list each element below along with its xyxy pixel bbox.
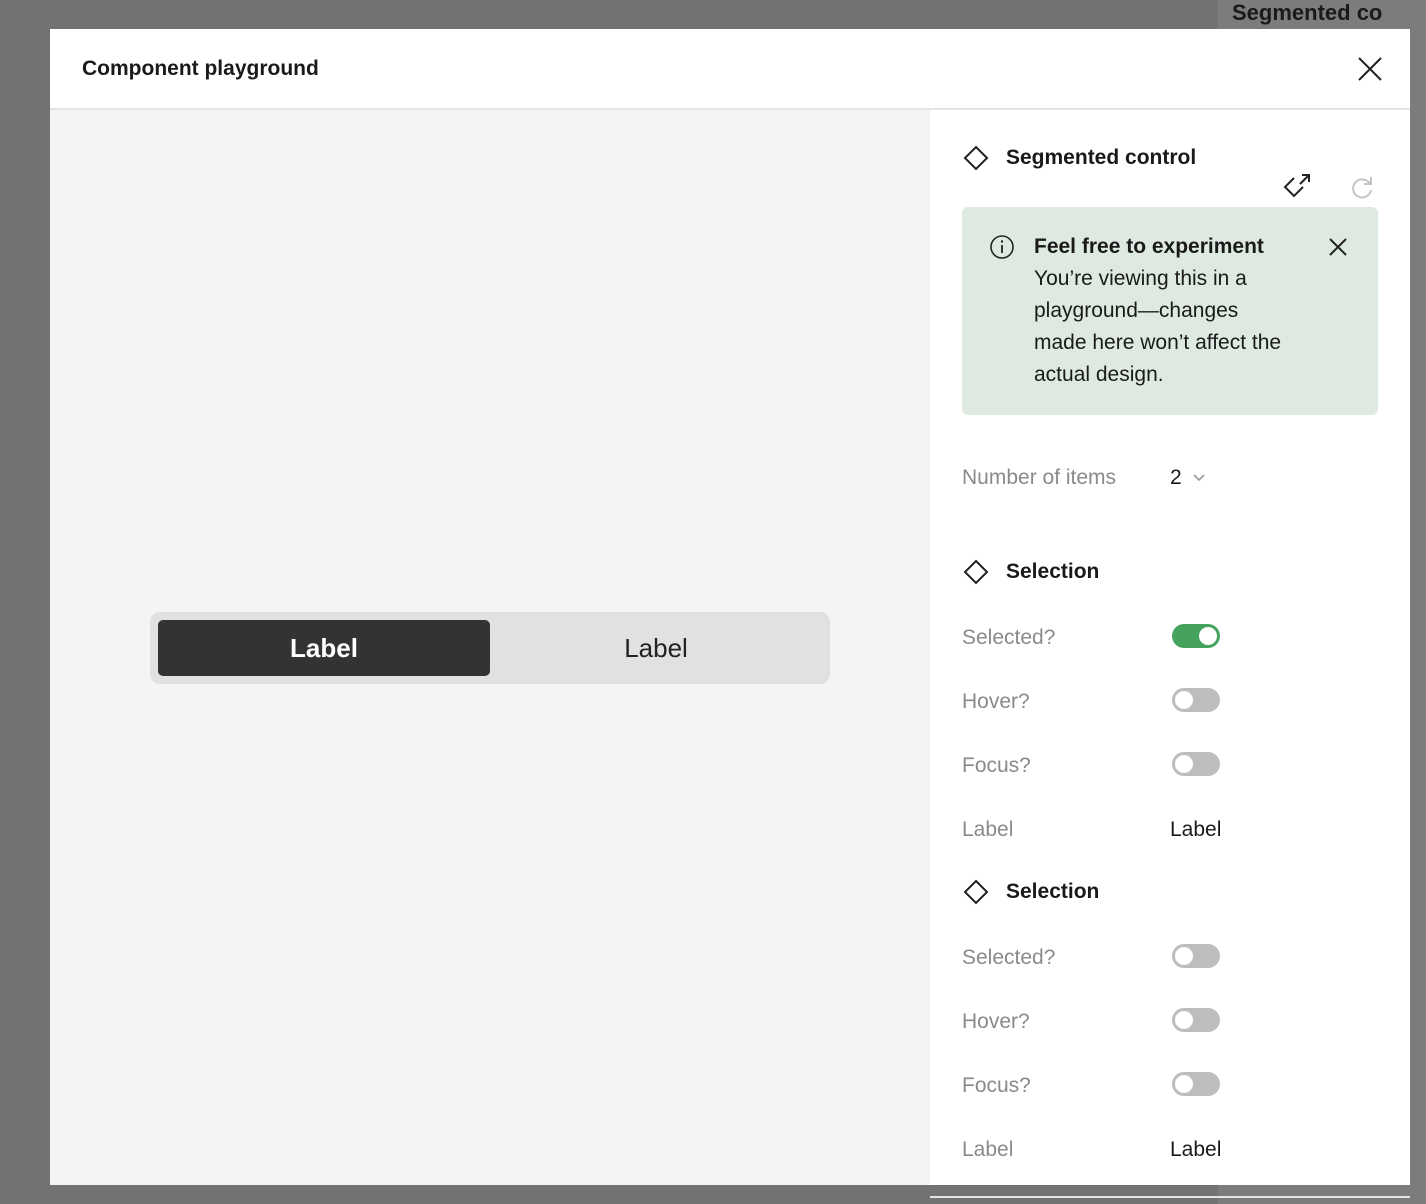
- preview-canvas: Label Label: [50, 110, 930, 1185]
- info-icon: [990, 235, 1014, 259]
- selected-label: Selected?: [962, 626, 1056, 649]
- number-of-items-label: Number of items: [962, 466, 1117, 489]
- segment-2[interactable]: Label: [490, 620, 822, 676]
- hover-label: Hover?: [962, 1010, 1030, 1033]
- focus-label: Focus?: [962, 1074, 1031, 1097]
- go-to-component-icon[interactable]: [1282, 172, 1314, 204]
- segment-1[interactable]: Label: [158, 620, 490, 676]
- hover-toggle[interactable]: [1172, 688, 1220, 712]
- component-name: Segmented control: [1006, 146, 1197, 169]
- focus-toggle[interactable]: [1172, 752, 1220, 776]
- properties-panel: Segmented control Feel free to experimen…: [930, 110, 1410, 1198]
- focus-label: Focus?: [962, 754, 1031, 777]
- chevron-down-icon: [1193, 474, 1205, 482]
- label-input[interactable]: Label: [1170, 1138, 1221, 1162]
- diamond-icon: [963, 879, 989, 905]
- segmented-control: Label Label: [150, 612, 830, 684]
- selected-toggle[interactable]: [1172, 944, 1220, 968]
- modal-title: Component playground: [82, 57, 319, 80]
- focus-toggle[interactable]: [1172, 1072, 1220, 1096]
- section-title: Selection: [1006, 880, 1100, 903]
- selected-label: Selected?: [962, 946, 1056, 969]
- component-diamond-icon: [963, 145, 989, 171]
- number-of-items-select[interactable]: 2: [1170, 466, 1206, 490]
- hover-toggle[interactable]: [1172, 1008, 1220, 1032]
- modal-header: Component playground: [50, 29, 1410, 110]
- label-input[interactable]: Label: [1170, 818, 1221, 842]
- notice-title: Feel free to experiment: [1034, 235, 1264, 258]
- dismiss-notice-icon[interactable]: [1328, 237, 1348, 257]
- selected-toggle[interactable]: [1172, 624, 1220, 648]
- label-label: Label: [962, 818, 1014, 841]
- reset-icon[interactable]: [1348, 174, 1376, 202]
- component-playground-modal: Component playground Label Label Segment…: [50, 29, 1410, 1198]
- number-of-items-value: 2: [1170, 466, 1182, 489]
- section-title: Selection: [1006, 560, 1100, 583]
- notice-body: You’re viewing this in a playground—chan…: [1034, 267, 1282, 386]
- background-title: Segmented co: [1232, 0, 1383, 25]
- divider: [930, 1196, 1410, 1198]
- diamond-icon: [963, 559, 989, 585]
- hover-label: Hover?: [962, 690, 1030, 713]
- label-label: Label: [962, 1138, 1014, 1161]
- close-icon[interactable]: [1356, 55, 1384, 83]
- experiment-notice: Feel free to experiment You’re viewing th…: [962, 207, 1378, 415]
